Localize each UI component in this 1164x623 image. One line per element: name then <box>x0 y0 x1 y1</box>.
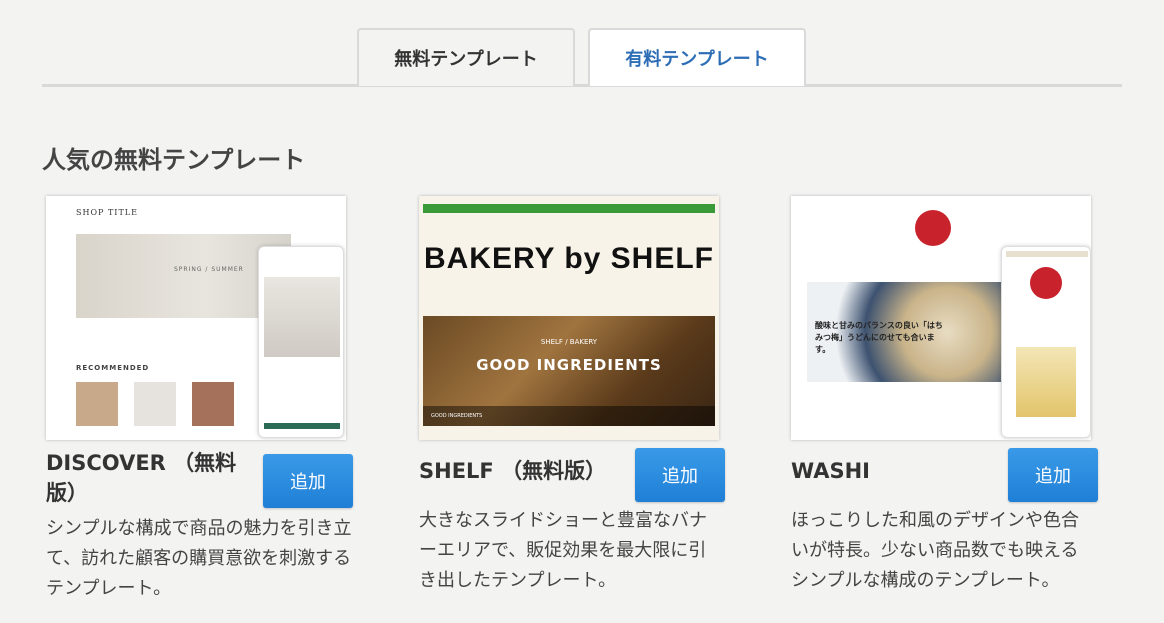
template-name: DISCOVER （無料版） <box>46 451 237 505</box>
preview-slide-image: SHELF / BAKERY GOOD INGREDIENTS GOOD ING… <box>423 316 715 426</box>
preview-product-image <box>134 382 176 426</box>
add-button[interactable]: 追加 <box>263 454 353 508</box>
template-description: 大きなスライドショーと豊富なバナーエリアで、販促効果を最大限に引き出したテンプレ… <box>419 510 707 591</box>
template-tabs: 無料テンプレート 有料テンプレート <box>42 28 1122 87</box>
template-name: WASHI <box>791 459 870 483</box>
add-button[interactable]: 追加 <box>635 448 725 502</box>
preview-mobile-header <box>1006 251 1088 257</box>
preview-mobile-frame <box>1001 246 1091 438</box>
preview-mobile-button <box>264 423 340 429</box>
preview-slide-title: GOOD INGREDIENTS <box>476 356 662 374</box>
preview-mobile-image <box>264 277 340 357</box>
section-title: 人気の無料テンプレート <box>42 146 306 174</box>
preview-logo-seal <box>915 210 951 246</box>
preview-product-image <box>192 382 234 426</box>
preview-slide-sub: SHELF / BAKERY <box>540 338 598 346</box>
preview-top-bar <box>423 204 715 213</box>
preview-product-image <box>76 382 118 426</box>
preview-mobile-product <box>1016 347 1076 417</box>
tabs-divider <box>42 84 1122 87</box>
template-name: SHELF （無料版） <box>419 459 607 483</box>
preview-logo: BAKERY by SHELF <box>423 242 715 275</box>
preview-shop-title: SHOP TITLE <box>76 208 138 217</box>
preview-banner-text: 酸味と甘みのバランスの良い「はちみつ梅」うどんにのせても合います。 <box>815 321 943 354</box>
preview-slide-caption: GOOD INGREDIENTS <box>423 406 715 426</box>
preview-recommended: RECOMMENDED <box>76 364 150 372</box>
preview-mobile-frame <box>258 246 344 438</box>
preview-mobile-logo <box>1030 267 1062 299</box>
template-preview-discover[interactable]: SHOP TITLE SPRING / SUMMER RECOMMENDED <box>46 196 346 440</box>
template-preview-shelf[interactable]: BAKERY by SHELF SHELF / BAKERY GOOD INGR… <box>419 196 719 440</box>
template-description: シンプルな構成で商品の魅力を引き立て、訪れた顧客の購買意欲を刺激するテンプレート… <box>46 518 352 599</box>
tab-paid-templates[interactable]: 有料テンプレート <box>588 28 806 86</box>
add-button[interactable]: 追加 <box>1008 448 1098 502</box>
template-description: ほっこりした和風のデザインや色合いが特長。少ない商品数でも映えるシンプルな構成の… <box>791 510 1079 591</box>
template-preview-washi[interactable]: 酸味と甘みのバランスの良い「はちみつ梅」うどんにのせても合います。 <box>791 196 1091 440</box>
preview-banner-image: 酸味と甘みのバランスの良い「はちみつ梅」うどんにのせても合います。 <box>807 282 1007 382</box>
tab-free-templates[interactable]: 無料テンプレート <box>357 28 575 86</box>
preview-hero-text: SPRING / SUMMER <box>174 266 244 273</box>
